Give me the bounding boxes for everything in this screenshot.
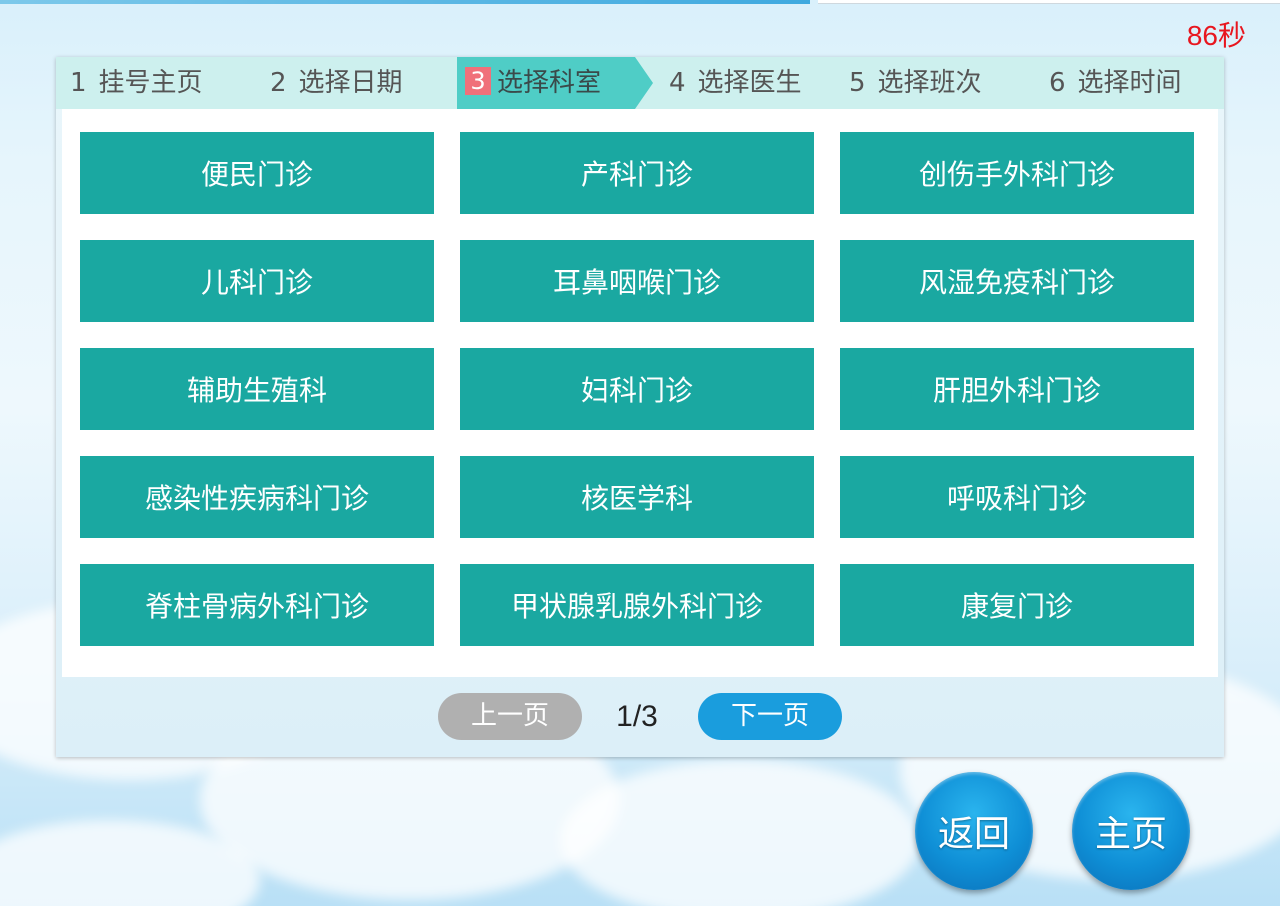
department-list: 便民门诊 产科门诊 创伤手外科门诊 儿科门诊 耳鼻咽喉门诊 风湿免疫科门诊 辅助… — [62, 109, 1218, 677]
step-label: 选择日期 — [298, 68, 403, 98]
department-button[interactable]: 辅助生殖科 — [80, 348, 434, 430]
department-button[interactable]: 风湿免疫科门诊 — [840, 240, 1194, 322]
department-button[interactable]: 脊柱骨病外科门诊 — [80, 564, 434, 646]
department-button[interactable]: 核医学科 — [460, 456, 814, 538]
department-button[interactable]: 感染性疾病科门诊 — [80, 456, 434, 538]
department-button[interactable]: 产科门诊 — [460, 132, 814, 214]
home-button[interactable]: 主页 — [1072, 772, 1190, 890]
pagination: 上一页 1/3 下一页 — [56, 693, 1224, 741]
department-button[interactable]: 妇科门诊 — [460, 348, 814, 430]
back-button[interactable]: 返回 — [915, 772, 1033, 890]
next-page-button[interactable]: 下一页 — [698, 693, 842, 740]
department-button[interactable]: 肝胆外科门诊 — [840, 348, 1194, 430]
department-button[interactable]: 儿科门诊 — [80, 240, 434, 322]
top-accent-bar — [0, 0, 810, 4]
department-button[interactable]: 创伤手外科门诊 — [840, 132, 1194, 214]
department-button[interactable]: 康复门诊 — [840, 564, 1194, 646]
step-2: 2 选择日期 — [270, 68, 403, 98]
page-indicator: 1/3 — [616, 700, 658, 733]
prev-page-button[interactable]: 上一页 — [438, 693, 582, 740]
step-label: 挂号主页 — [98, 68, 203, 98]
step-4: 4 选择医生 — [669, 68, 802, 98]
step-3-active: 3 选择科室 — [457, 57, 653, 109]
step-1: 1 挂号主页 — [70, 68, 203, 98]
countdown-timer: 86秒 — [1186, 20, 1246, 51]
department-button[interactable]: 耳鼻咽喉门诊 — [460, 240, 814, 322]
step-progress-bar: 1 挂号主页 2 选择日期 3 选择科室 4 选择医生 5 选择班次 6 选择时间 — [56, 57, 1224, 109]
step-label: 选择班次 — [877, 68, 982, 98]
step-6: 6 选择时间 — [1049, 68, 1182, 98]
department-button[interactable]: 呼吸科门诊 — [840, 456, 1194, 538]
top-white-bar — [818, 0, 1280, 4]
department-button[interactable]: 甲状腺乳腺外科门诊 — [460, 564, 814, 646]
registration-panel: 1 挂号主页 2 选择日期 3 选择科室 4 选择医生 5 选择班次 6 选择时间 便民门诊… — [56, 57, 1224, 757]
step-5: 5 选择班次 — [849, 68, 982, 98]
department-button[interactable]: 便民门诊 — [80, 132, 434, 214]
step-label: 选择医生 — [697, 68, 802, 98]
step-label: 选择科室 — [497, 68, 602, 98]
step-label: 选择时间 — [1077, 68, 1182, 98]
